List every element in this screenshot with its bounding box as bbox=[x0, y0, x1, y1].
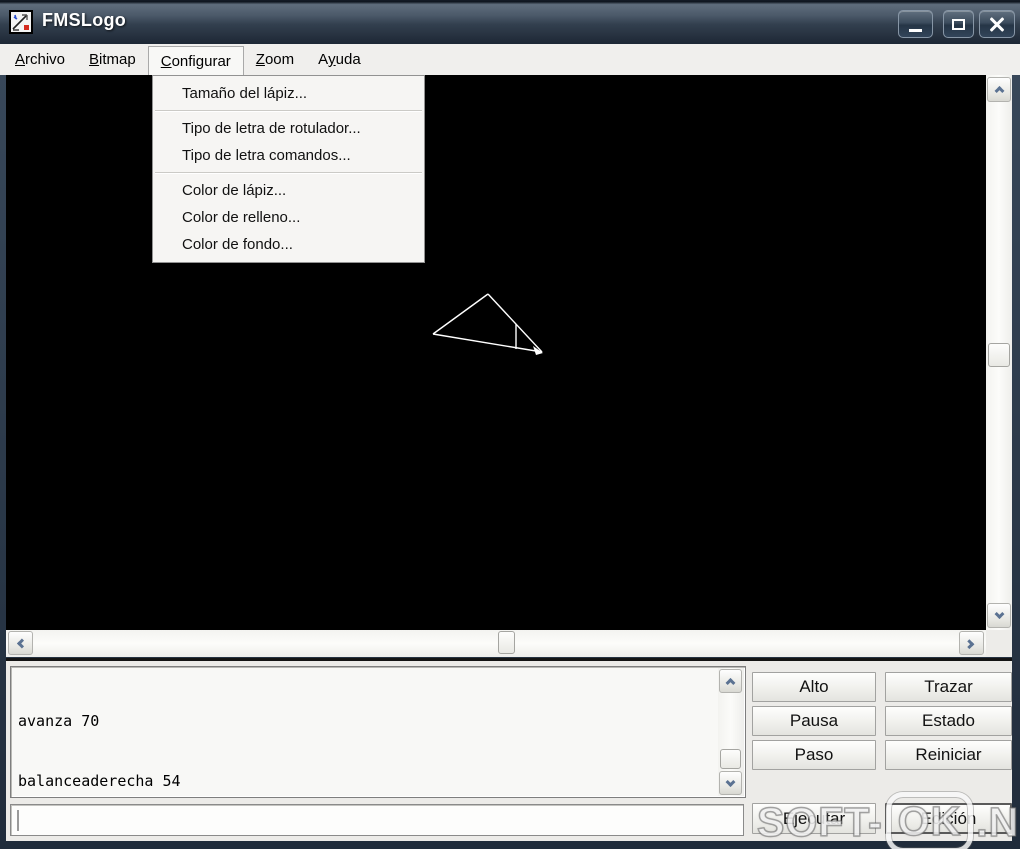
status-button[interactable]: Estado bbox=[885, 706, 1012, 736]
vscroll-thumb[interactable] bbox=[988, 343, 1010, 367]
chevron-left-icon bbox=[16, 638, 27, 648]
title-bar[interactable]: FMSLogo bbox=[0, 0, 1020, 44]
menu-key: Z bbox=[255, 51, 265, 68]
chevron-down-icon bbox=[994, 609, 1004, 620]
minimize-button[interactable] bbox=[898, 10, 933, 38]
chevron-down-icon bbox=[725, 776, 736, 787]
menu-item-configurar[interactable]: Configurar bbox=[147, 46, 244, 75]
close-button[interactable] bbox=[979, 10, 1015, 38]
scroll-up-button[interactable] bbox=[987, 77, 1011, 102]
menu-key: A bbox=[15, 51, 26, 68]
commander-input[interactable] bbox=[19, 808, 719, 832]
configurar-dropdown: Tamaño del lápiz... Tipo de letra de rot… bbox=[152, 75, 425, 263]
menu-item-archivo[interactable]: Archivo bbox=[3, 44, 77, 75]
output-scroll-thumb[interactable] bbox=[720, 749, 741, 769]
menu-label-part: oom bbox=[264, 51, 295, 68]
maximize-button[interactable] bbox=[943, 10, 974, 38]
chevron-up-icon bbox=[725, 677, 736, 688]
chevron-right-icon bbox=[964, 638, 975, 649]
scrollbar-corner bbox=[986, 630, 1012, 657]
app-window: FMSLogo Archivo Bitmap Configurar Zoom A… bbox=[0, 0, 1020, 849]
scroll-left-button[interactable] bbox=[8, 631, 33, 655]
menu-item-label-font[interactable]: Tipo de letra de rotulador... bbox=[153, 115, 424, 142]
execute-button[interactable]: Ejecutar bbox=[752, 803, 876, 834]
menu-separator bbox=[155, 110, 422, 112]
output-line: avanza 70 bbox=[18, 712, 100, 730]
menu-key: C bbox=[160, 52, 172, 70]
menu-key: y bbox=[328, 51, 336, 68]
commander-output[interactable]: avanza 70 balanceaderecha 54 avanza 12 0… bbox=[10, 666, 746, 798]
step-button[interactable]: Paso bbox=[752, 740, 876, 770]
canvas-hscrollbar[interactable] bbox=[6, 630, 986, 657]
output-line: balanceaderecha 54 bbox=[18, 772, 181, 790]
scroll-down-button[interactable] bbox=[987, 603, 1011, 628]
menu-item-zoom[interactable]: Zoom bbox=[244, 44, 306, 75]
window-title: FMSLogo bbox=[42, 10, 127, 30]
output-scroll-up-button[interactable] bbox=[719, 669, 742, 693]
output-scroll-down-button[interactable] bbox=[719, 771, 742, 795]
canvas-vscrollbar[interactable] bbox=[986, 75, 1012, 630]
menu-label-part: itmap bbox=[99, 51, 136, 68]
menu-bar: Archivo Bitmap Configurar Zoom Ay uda bbox=[0, 44, 1020, 75]
menu-key: B bbox=[89, 51, 100, 68]
menu-item-pen-size[interactable]: Tamaño del lápiz... bbox=[153, 80, 424, 107]
close-icon bbox=[988, 15, 1006, 33]
fmslogo-app-icon[interactable] bbox=[9, 10, 33, 34]
menu-label-part: rchivo bbox=[25, 51, 66, 68]
menu-item-commander-font[interactable]: Tipo de letra comandos... bbox=[153, 142, 424, 169]
menu-item-bitmap[interactable]: Bitmap bbox=[77, 44, 148, 75]
chevron-up-icon bbox=[994, 85, 1004, 96]
menu-item-fill-color[interactable]: Color de relleno... bbox=[153, 204, 424, 231]
menu-separator bbox=[155, 172, 422, 174]
menu-item-ayuda[interactable]: Ay uda bbox=[306, 44, 373, 75]
halt-button[interactable]: Alto bbox=[752, 672, 876, 702]
menu-label-part: onfigurar bbox=[171, 52, 231, 70]
menu-label-part: uda bbox=[335, 51, 361, 68]
minimize-icon bbox=[909, 28, 922, 32]
edit-button[interactable]: Edición bbox=[885, 803, 1012, 834]
output-text: avanza 70 balanceaderecha 54 avanza 12 0… bbox=[18, 671, 715, 795]
scroll-right-button[interactable] bbox=[959, 631, 984, 655]
output-scrollbar[interactable] bbox=[718, 668, 744, 796]
commander-input-field bbox=[10, 804, 744, 836]
trace-button[interactable]: Trazar bbox=[885, 672, 1012, 702]
maximize-icon bbox=[952, 18, 965, 30]
reset-button[interactable]: Reiniciar bbox=[885, 740, 1012, 770]
menu-label-part: A bbox=[318, 51, 329, 68]
commander-panel: avanza 70 balanceaderecha 54 avanza 12 0… bbox=[6, 661, 1012, 841]
hscroll-thumb[interactable] bbox=[498, 631, 515, 654]
pause-button[interactable]: Pausa bbox=[752, 706, 876, 736]
menu-item-pen-color[interactable]: Color de lápiz... bbox=[153, 177, 424, 204]
menu-item-screen-color[interactable]: Color de fondo... bbox=[153, 231, 424, 258]
